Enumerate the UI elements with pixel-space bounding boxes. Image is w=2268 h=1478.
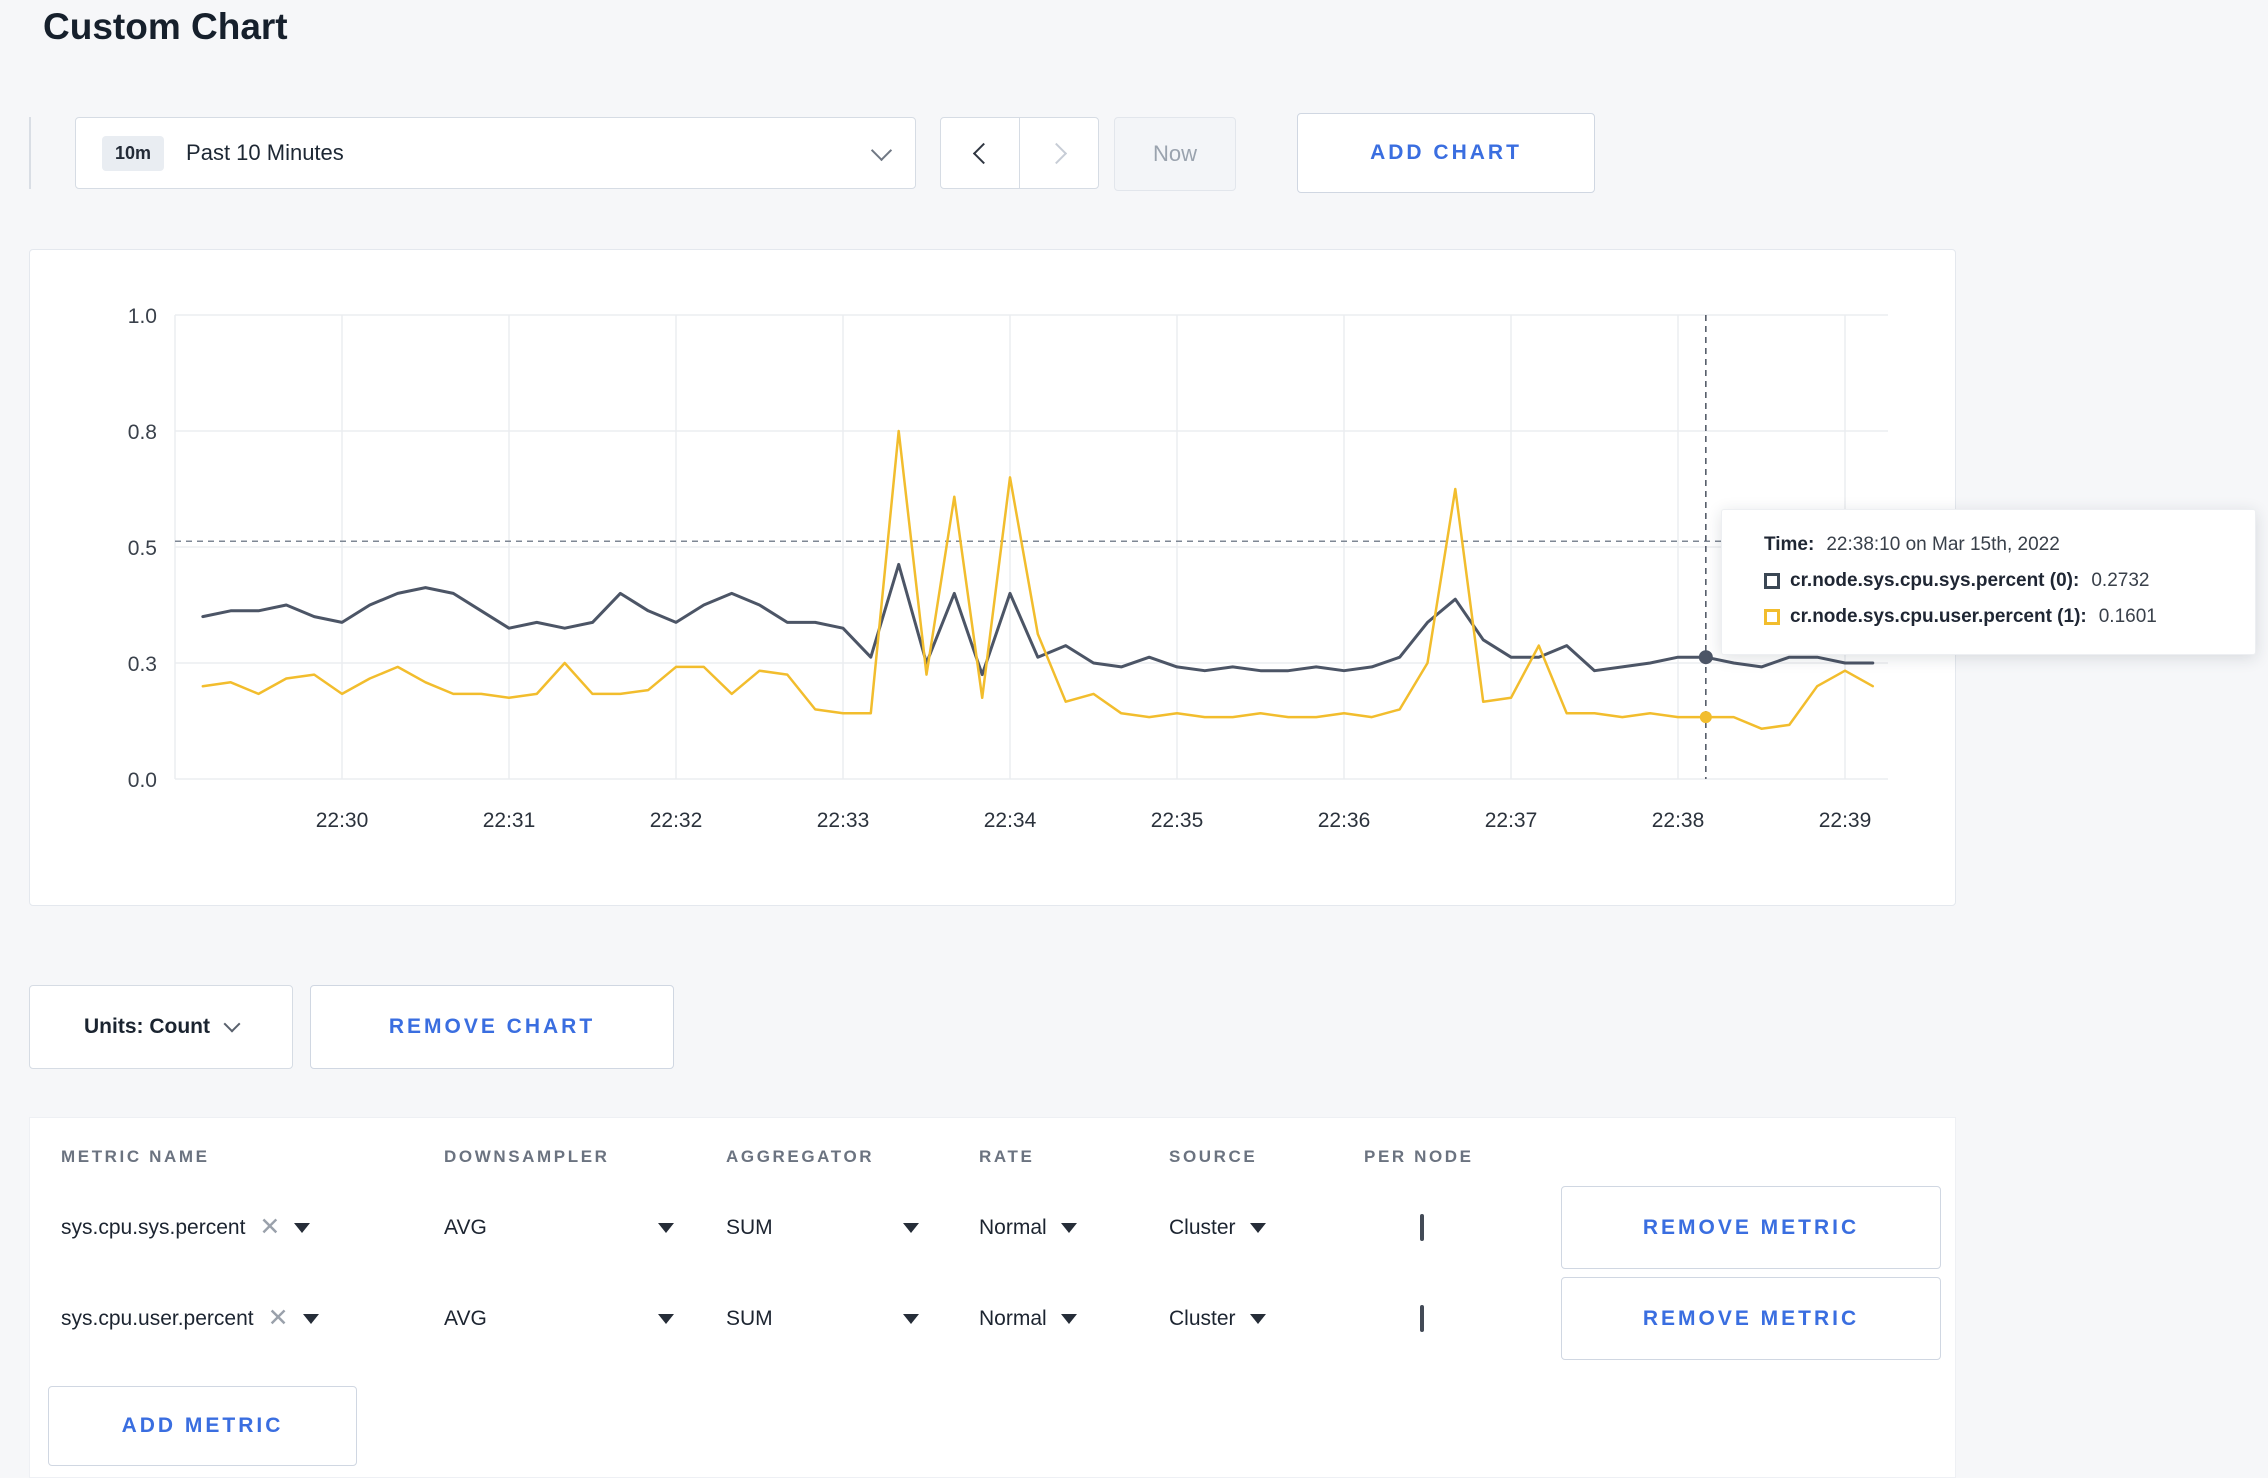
tooltip-time-value: 22:38:10 on Mar 15th, 2022: [1826, 534, 2060, 555]
metric-row: sys.cpu.user.percent ✕ AVG SUM Normal Cl…: [30, 1273, 1955, 1364]
time-nav-group: [940, 117, 1099, 189]
chevron-right-icon: [1045, 142, 1067, 164]
rate-value: Normal: [979, 1215, 1047, 1239]
svg-text:0.0: 0.0: [128, 769, 157, 792]
caret-down-icon: [658, 1222, 674, 1233]
tooltip-time-label: Time:: [1764, 534, 1815, 555]
downsampler-select[interactable]: AVG: [444, 1216, 674, 1240]
time-range-label: Past 10 Minutes: [186, 140, 344, 165]
units-select[interactable]: Units: Count: [29, 985, 293, 1069]
tooltip-series-label: cr.node.sys.cpu.user.percent (1):: [1790, 606, 2087, 627]
page-title: Custom Chart: [43, 6, 288, 47]
clear-metric-icon[interactable]: ✕: [268, 1306, 289, 1331]
metric-row: sys.cpu.sys.percent ✕ AVG SUM Normal Clu…: [30, 1182, 1955, 1273]
header-aggregator: AGGREGATOR: [726, 1147, 875, 1166]
chart-tooltip: Time: 22:38:10 on Mar 15th, 2022 cr.node…: [1721, 509, 2256, 655]
tooltip-series-row: cr.node.sys.cpu.user.percent (1): 0.1601: [1764, 606, 2227, 628]
svg-text:22:39: 22:39: [1819, 809, 1872, 832]
units-label: Units: Count: [84, 1015, 210, 1038]
chevron-down-icon: [870, 139, 893, 161]
aggregator-select[interactable]: SUM: [726, 1307, 919, 1331]
caret-down-icon: [294, 1222, 311, 1233]
chevron-down-icon: [223, 1015, 241, 1033]
source-select[interactable]: Cluster: [1169, 1307, 1364, 1331]
chevron-left-icon: [972, 142, 994, 164]
cpu-usage-chart[interactable]: 0.0 0.3 0.5 0.8 1.0 22:30 22:31 22:32 22:33 22:34…: [30, 250, 1955, 900]
remove-metric-button[interactable]: REMOVE METRIC: [1561, 1186, 1941, 1269]
source-select[interactable]: Cluster: [1169, 1216, 1364, 1240]
clear-metric-icon[interactable]: ✕: [259, 1215, 280, 1240]
tooltip-series-row: cr.node.sys.cpu.sys.percent (0): 0.2732: [1764, 570, 2227, 592]
time-prev-button[interactable]: [940, 117, 1020, 189]
caret-down-icon: [1249, 1313, 1266, 1324]
add-chart-button[interactable]: ADD CHART: [1297, 113, 1595, 193]
svg-text:22:36: 22:36: [1318, 809, 1371, 832]
header-per-node: PER NODE: [1364, 1147, 1474, 1166]
custom-chart-page: Custom Chart 10m Past 10 Minutes Now ADD…: [0, 0, 2268, 1478]
svg-text:0.8: 0.8: [128, 421, 157, 444]
time-next-button[interactable]: [1019, 117, 1099, 189]
caret-down-icon: [903, 1313, 919, 1324]
rate-select[interactable]: Normal: [979, 1307, 1169, 1331]
caret-down-icon: [1060, 1313, 1077, 1324]
series-swatch-user: [1764, 609, 1780, 625]
per-node-checkbox[interactable]: [1420, 1304, 1424, 1332]
metrics-table-header: METRIC NAME DOWNSAMPLER AGGREGATOR RATE …: [30, 1118, 1955, 1182]
svg-text:22:34: 22:34: [984, 809, 1037, 832]
per-node-checkbox[interactable]: [1420, 1213, 1424, 1241]
svg-text:22:30: 22:30: [316, 809, 369, 832]
rate-value: Normal: [979, 1306, 1047, 1330]
aggregator-select[interactable]: SUM: [726, 1216, 919, 1240]
metric-name-select[interactable]: sys.cpu.user.percent ✕: [61, 1306, 444, 1331]
header-downsampler: DOWNSAMPLER: [444, 1147, 610, 1166]
series-swatch-sys: [1764, 573, 1780, 589]
source-value: Cluster: [1169, 1215, 1236, 1239]
caret-down-icon: [302, 1313, 319, 1324]
header-source: SOURCE: [1169, 1147, 1258, 1166]
metric-name-value: sys.cpu.sys.percent: [61, 1215, 246, 1239]
svg-text:22:35: 22:35: [1151, 809, 1204, 832]
svg-text:0.5: 0.5: [128, 537, 157, 560]
now-button[interactable]: Now: [1114, 117, 1236, 191]
tooltip-series-value: 0.2732: [2091, 570, 2150, 591]
aggregator-value: SUM: [726, 1306, 773, 1330]
rate-select[interactable]: Normal: [979, 1216, 1169, 1240]
caret-down-icon: [1060, 1222, 1077, 1233]
svg-text:22:33: 22:33: [817, 809, 870, 832]
svg-text:22:31: 22:31: [483, 809, 536, 832]
caret-down-icon: [658, 1313, 674, 1324]
toolbar-divider: [29, 117, 31, 189]
time-range-select[interactable]: 10m Past 10 Minutes: [75, 117, 916, 189]
tooltip-series-label: cr.node.sys.cpu.sys.percent (0):: [1790, 570, 2080, 591]
source-value: Cluster: [1169, 1306, 1236, 1330]
caret-down-icon: [903, 1222, 919, 1233]
downsampler-value: AVG: [444, 1306, 487, 1330]
svg-text:22:37: 22:37: [1485, 809, 1538, 832]
remove-metric-button[interactable]: REMOVE METRIC: [1561, 1277, 1941, 1360]
header-rate: RATE: [979, 1147, 1035, 1166]
svg-text:1.0: 1.0: [128, 305, 157, 328]
caret-down-icon: [1249, 1222, 1266, 1233]
chart-panel: 0.0 0.3 0.5 0.8 1.0 22:30 22:31 22:32 22:33 22:34…: [29, 249, 1956, 906]
time-range-badge: 10m: [102, 135, 165, 171]
remove-chart-button[interactable]: REMOVE CHART: [310, 985, 674, 1069]
tooltip-series-value: 0.1601: [2098, 606, 2157, 627]
aggregator-value: SUM: [726, 1215, 773, 1239]
downsampler-select[interactable]: AVG: [444, 1307, 674, 1331]
svg-text:0.3: 0.3: [128, 653, 157, 676]
downsampler-value: AVG: [444, 1215, 487, 1239]
tooltip-time-row: Time: 22:38:10 on Mar 15th, 2022: [1764, 534, 2227, 556]
metric-name-value: sys.cpu.user.percent: [61, 1306, 254, 1330]
add-metric-button[interactable]: ADD METRIC: [48, 1386, 357, 1466]
svg-text:22:32: 22:32: [650, 809, 703, 832]
header-metric-name: METRIC NAME: [61, 1147, 210, 1166]
metric-name-select[interactable]: sys.cpu.sys.percent ✕: [61, 1215, 444, 1240]
svg-text:22:38: 22:38: [1652, 809, 1705, 832]
